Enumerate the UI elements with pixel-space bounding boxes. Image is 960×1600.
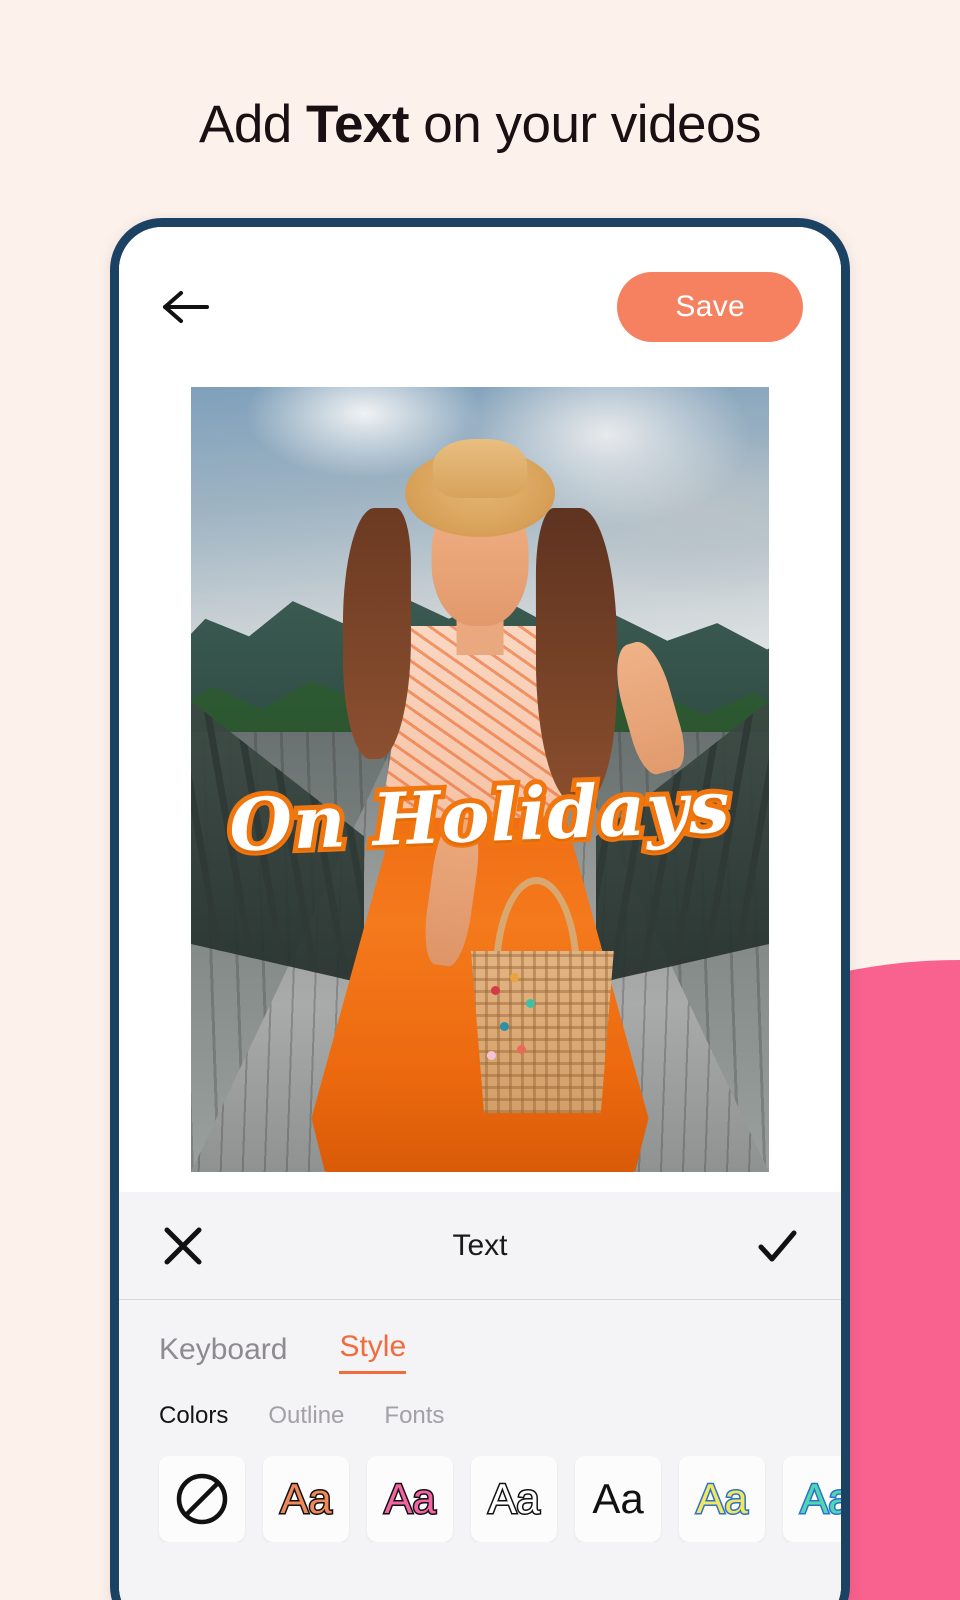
- app-screen: Save On Holidays Text Keyboard Style Col…: [119, 227, 841, 1600]
- hair-right: [536, 507, 618, 804]
- close-x-icon[interactable]: [159, 1222, 207, 1270]
- pom-pom: [509, 973, 519, 983]
- subtab-outline[interactable]: Outline: [268, 1402, 344, 1430]
- page-title: Add Text on your videos: [0, 95, 960, 154]
- tab-keyboard[interactable]: Keyboard: [159, 1333, 287, 1374]
- pom-pom: [526, 999, 536, 1009]
- editor-header: Text: [119, 1192, 841, 1300]
- swatch-white[interactable]: Aa: [471, 1456, 557, 1542]
- subtab-colors[interactable]: Colors: [159, 1402, 228, 1430]
- phone-mockup: Save On Holidays Text Keyboard Style Col…: [110, 218, 850, 1600]
- color-swatch-list: Aa Aa Aa Aa Aa Aa Aa: [119, 1430, 841, 1542]
- swatch-label: Aa: [487, 1475, 541, 1522]
- text-overlay[interactable]: On Holidays: [213, 758, 747, 872]
- save-button[interactable]: Save: [617, 272, 803, 342]
- swatch-label: Aa: [799, 1475, 841, 1522]
- swatch-label: Aa: [695, 1475, 749, 1522]
- text-editor-panel: Text Keyboard Style Colors Outline Fonts: [119, 1192, 841, 1600]
- pom-pom: [500, 1022, 510, 1032]
- swatch-black[interactable]: Aa: [575, 1456, 661, 1542]
- page-title-emphasis: Text: [306, 95, 410, 154]
- page-title-suffix: on your videos: [409, 95, 761, 154]
- app-topbar: Save: [119, 227, 841, 387]
- video-canvas[interactable]: On Holidays: [191, 387, 769, 1172]
- preview-area: On Holidays: [119, 387, 841, 1192]
- swatch-pink[interactable]: Aa: [367, 1456, 453, 1542]
- swatch-orange[interactable]: Aa: [263, 1456, 349, 1542]
- arrow-left-icon[interactable]: [161, 285, 213, 329]
- subtab-fonts[interactable]: Fonts: [384, 1402, 444, 1430]
- swatch-yellow[interactable]: Aa: [679, 1456, 765, 1542]
- no-color-icon: [176, 1473, 228, 1525]
- swatch-none[interactable]: [159, 1456, 245, 1542]
- editor-title: Text: [452, 1228, 508, 1262]
- style-tab-bar: Keyboard Style: [119, 1300, 841, 1374]
- wicker-basket: [471, 950, 614, 1113]
- hair-left: [342, 507, 412, 759]
- pom-pom: [490, 986, 500, 996]
- pom-pom: [487, 1051, 497, 1061]
- straw-hat-crown: [433, 438, 527, 498]
- tab-style[interactable]: Style: [339, 1330, 407, 1374]
- page-title-prefix: Add: [198, 95, 307, 154]
- swatch-label: Aa: [279, 1475, 333, 1522]
- check-icon[interactable]: [753, 1222, 801, 1270]
- swatch-teal[interactable]: Aa: [783, 1456, 841, 1542]
- sub-tab-bar: Colors Outline Fonts: [119, 1374, 841, 1430]
- swatch-label: Aa: [592, 1475, 644, 1522]
- swatch-label: Aa: [383, 1475, 437, 1522]
- pom-pom: [516, 1044, 526, 1054]
